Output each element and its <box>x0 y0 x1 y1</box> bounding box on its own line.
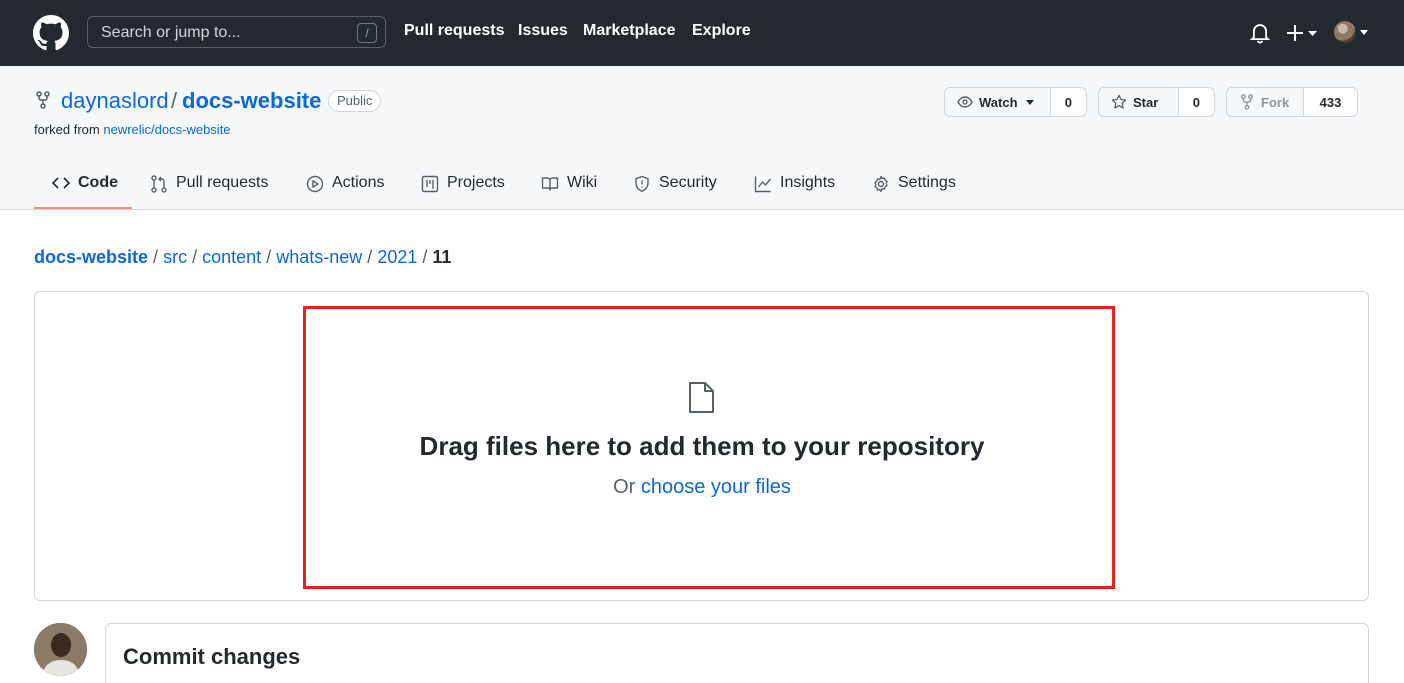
breadcrumb-separator: / <box>266 247 272 267</box>
file-icon <box>689 382 714 413</box>
choose-files-line: Or choose your files <box>0 476 1404 499</box>
chevron-down-icon[interactable] <box>1360 30 1368 35</box>
repo-forked-icon <box>36 91 50 109</box>
fork-label: Fork <box>1261 94 1290 110</box>
breadcrumb-2021-link[interactable]: 2021 <box>377 247 417 267</box>
star-label: Star <box>1133 94 1159 110</box>
tab-insights[interactable]: Insights <box>754 172 835 210</box>
repo-path-separator: / <box>171 88 178 113</box>
tab-security[interactable]: Security <box>633 172 717 210</box>
breadcrumb-repo-link[interactable]: docs-website <box>34 247 148 267</box>
tab-code[interactable]: Code <box>52 172 118 210</box>
code-icon <box>52 177 70 189</box>
breadcrumb-separator: / <box>192 247 198 267</box>
user-avatar[interactable] <box>1334 21 1356 43</box>
breadcrumb-separator: / <box>367 247 373 267</box>
tab-label: Actions <box>332 174 385 191</box>
book-icon <box>541 177 559 191</box>
create-new-plus-icon[interactable] <box>1286 22 1320 44</box>
tab-label: Code <box>78 174 118 191</box>
drag-files-heading: Drag files here to add them to your repo… <box>419 431 985 461</box>
forked-from-text: forked from newrelic/docs-website <box>34 122 231 137</box>
nav-marketplace[interactable]: Marketplace <box>583 22 676 40</box>
visibility-badge: Public <box>328 90 382 112</box>
watch-button[interactable]: Watch <box>945 88 1051 116</box>
tab-pull-requests[interactable]: Pull requests <box>150 172 269 210</box>
watch-button-group: Watch 0 <box>944 87 1087 117</box>
breadcrumb-current: 11 <box>432 247 452 267</box>
breadcrumb-separator: / <box>422 247 428 267</box>
pull-request-icon <box>151 175 167 193</box>
tab-label: Settings <box>898 174 956 191</box>
star-icon <box>1111 94 1127 109</box>
search-input[interactable]: Search or jump to... / <box>87 16 386 48</box>
tab-projects[interactable]: Projects <box>421 172 505 210</box>
tab-label: Insights <box>780 174 836 191</box>
tab-label: Wiki <box>567 174 598 191</box>
breadcrumb: docs-website / src / content / whats-new… <box>34 247 451 268</box>
chevron-down-icon <box>1025 99 1034 105</box>
play-icon <box>306 175 324 193</box>
tab-actions[interactable]: Actions <box>306 172 384 210</box>
repo-owner-link[interactable]: daynaslord <box>61 88 169 114</box>
tab-label: Projects <box>447 174 505 191</box>
tab-label: Security <box>659 174 717 191</box>
forked-from-link[interactable]: newrelic/docs-website <box>103 122 230 137</box>
breadcrumb-content-link[interactable]: content <box>202 247 261 267</box>
nav-explore[interactable]: Explore <box>692 22 751 40</box>
shield-icon <box>635 175 649 192</box>
notifications-bell-icon[interactable] <box>1250 22 1270 44</box>
tab-settings[interactable]: Settings <box>872 172 956 210</box>
fork-button-group: Fork 433 <box>1226 87 1358 117</box>
star-button-group: Star 0 <box>1098 87 1215 117</box>
or-text: Or <box>613 476 636 498</box>
repository-header: daynaslord / docs-website Public forked … <box>0 66 1404 210</box>
breadcrumb-src-link[interactable]: src <box>163 247 187 267</box>
graph-icon <box>754 176 772 193</box>
gear-icon <box>874 175 888 193</box>
global-header: Search or jump to... / Pull requests Iss… <box>0 0 1404 66</box>
star-count[interactable]: 0 <box>1178 88 1214 116</box>
github-logo-icon[interactable] <box>33 15 69 51</box>
nav-issues[interactable]: Issues <box>518 22 568 40</box>
fork-count[interactable]: 433 <box>1304 88 1357 116</box>
project-icon <box>421 175 439 193</box>
watch-label: Watch <box>979 94 1018 110</box>
watch-count[interactable]: 0 <box>1050 88 1086 116</box>
repo-forked-icon <box>1241 94 1253 110</box>
search-shortcut-key: / <box>357 23 377 43</box>
tab-wiki[interactable]: Wiki <box>541 172 597 210</box>
nav-pull-requests[interactable]: Pull requests <box>404 22 504 40</box>
repo-name-link[interactable]: docs-website <box>182 88 321 114</box>
committer-avatar <box>34 623 87 676</box>
selected-tab-underline <box>34 207 132 209</box>
commit-changes-title: Commit changes <box>123 644 301 669</box>
fork-button[interactable]: Fork <box>1227 88 1305 116</box>
search-placeholder: Search or jump to... <box>101 24 241 41</box>
choose-files-link[interactable]: choose your files <box>641 476 791 498</box>
tab-label: Pull requests <box>176 174 269 191</box>
star-button[interactable]: Star <box>1099 88 1179 116</box>
breadcrumb-whats-new-link[interactable]: whats-new <box>276 247 362 267</box>
eye-icon <box>957 96 973 108</box>
breadcrumb-separator: / <box>153 247 159 267</box>
forked-from-prefix: forked from <box>34 122 100 137</box>
